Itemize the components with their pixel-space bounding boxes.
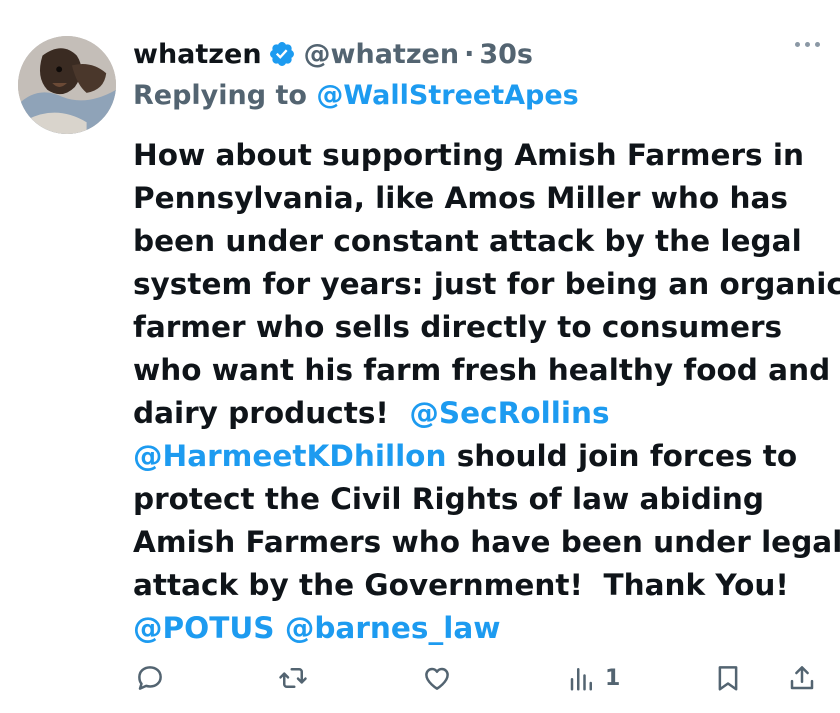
author-name[interactable]: whatzen [133, 39, 262, 70]
retweet-button[interactable] [278, 663, 308, 693]
tweet-text: How about supporting Amish Farmers in Pe… [133, 134, 840, 650]
text-line: farmer who sells directly to consumers [133, 310, 783, 344]
mention-potus[interactable]: @POTUS [133, 611, 275, 645]
text-segment: dairy products! [133, 396, 410, 430]
tweet-header: whatzen @whatzen · 30s [133, 36, 533, 72]
reply-icon [138, 666, 162, 690]
text-line: been under constant attack by the legal [133, 224, 802, 258]
retweet-icon [279, 668, 307, 688]
like-button[interactable] [422, 663, 452, 693]
avatar-image [18, 36, 116, 134]
text-line: @HarmeetKDhillon should join forces to [133, 435, 823, 478]
replying-to-label: Replying to [133, 80, 317, 111]
bookmark-icon [718, 666, 738, 691]
text-line: who want his farm fresh healthy food and [133, 353, 831, 387]
text-line: @POTUS @barnes_law [133, 607, 823, 650]
avatar[interactable] [18, 36, 116, 134]
share-button[interactable] [787, 663, 817, 693]
like-icon [425, 667, 449, 690]
share-icon [790, 666, 814, 690]
mention-barnes-law[interactable]: @barnes_law [285, 611, 501, 645]
views-icon [570, 668, 592, 691]
bookmark-button[interactable] [713, 663, 743, 693]
mention-harmeetkdhillon[interactable]: @HarmeetKDhillon [133, 439, 446, 473]
views-button[interactable]: 1 [567, 663, 620, 693]
text-line: system for years: just for being an orga… [133, 267, 840, 301]
reply-mention[interactable]: @WallStreetApes [316, 80, 578, 111]
mention-secrollins[interactable]: @SecRollins [409, 396, 609, 430]
reply-button[interactable] [135, 663, 165, 693]
action-bar: 1 [0, 655, 840, 699]
more-icon[interactable] [795, 42, 820, 47]
text-line: protect the Civil Rights of law abiding [133, 482, 765, 516]
text-line: dairy products! @SecRollins [133, 392, 823, 435]
views-count: 1 [605, 665, 621, 691]
replying-to: Replying to @WallStreetApes [133, 80, 579, 111]
author-handle[interactable]: @whatzen [304, 39, 460, 70]
text-line: attack by the Government! Thank You! [133, 568, 789, 602]
timestamp[interactable]: 30s [479, 39, 533, 70]
text-line: Amish Farmers who have been under legal [133, 525, 840, 559]
text-segment: should join forces to [446, 439, 798, 473]
separator-dot: · [464, 38, 475, 70]
text-line: Pennsylvania, like Amos Miller who has [133, 181, 788, 215]
verified-badge-icon [268, 40, 296, 68]
text-line: How about supporting Amish Farmers in [133, 138, 804, 172]
